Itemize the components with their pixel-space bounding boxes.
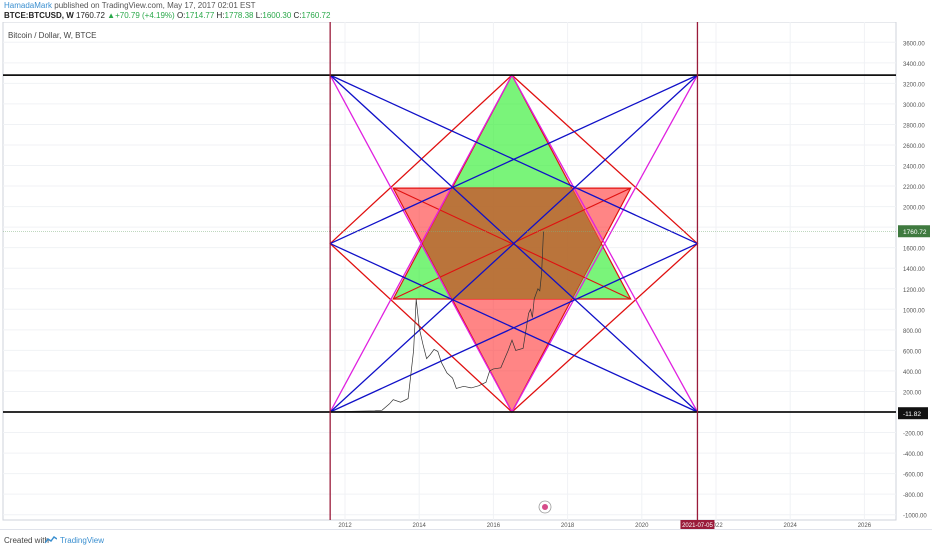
y-tick-label: 800.00	[903, 329, 922, 335]
y-tick-label: 1200.00	[903, 288, 925, 294]
publish-info: HamadaMark published on TradingView.com,…	[4, 1, 256, 11]
chart-title: Bitcoin / Dollar, W, BTCE	[8, 31, 96, 40]
symbol-info: BTCE:BTCUSD, W 1760.72 ▲+70.79 (+4.19%) …	[4, 11, 330, 21]
last-price: 1760.72	[76, 11, 105, 20]
up-arrow-icon: ▲	[107, 11, 116, 20]
tradingview-logo-icon	[45, 536, 57, 544]
y-tick-label: 2600.00	[903, 144, 925, 150]
ohlc-high-value: 1778.38	[224, 11, 254, 20]
tradingview-brand-link[interactable]: TradingView	[60, 536, 104, 545]
author-link[interactable]: HamadaMark	[4, 1, 52, 10]
y-tick-label: 400.00	[903, 370, 922, 376]
y-tick-label: 3200.00	[903, 82, 925, 88]
y-tick-label: -1000.00	[903, 514, 927, 520]
ohlc-open-value: 1714.77	[185, 11, 215, 20]
y-tick-label: -800.00	[903, 493, 924, 499]
y-tick-label: 3400.00	[903, 62, 925, 68]
y-tick-label: 2200.00	[903, 185, 925, 191]
price-chart[interactable]: 3600.00 3400.00 3200.00 3000.00 2800.00 2600.…	[0, 22, 932, 529]
y-tick-label: 2400.00	[903, 165, 925, 171]
price-change: +70.79 (+4.19%)	[115, 11, 175, 20]
published-text: published on TradingView.com, May 17, 20…	[54, 1, 256, 10]
time-axis[interactable]: 2012 2014 2016 2018 2020 2022 2024 20262021-07-…	[338, 520, 872, 529]
y-tick-label: 1400.00	[903, 267, 925, 273]
y-tick-label: 1000.00	[903, 308, 925, 314]
current-price-label: 1760.72	[903, 229, 927, 236]
y-tick-label: 2000.00	[903, 206, 925, 212]
ohlc-close-value: 1760.72	[301, 11, 331, 20]
cursor-price-label: -11.82	[903, 411, 921, 418]
chart-header: HamadaMark published on TradingView.com,…	[0, 0, 932, 22]
symbol-name[interactable]: BTCE:BTCUSD, W	[4, 11, 74, 20]
y-tick-label: 200.00	[903, 390, 922, 396]
footer: Created with TradingView	[0, 529, 932, 551]
y-tick-label: 3000.00	[903, 103, 925, 109]
y-tick-label: -200.00	[903, 432, 924, 438]
y-tick-label: 2800.00	[903, 123, 925, 129]
price-axis[interactable]: 3600.00 3400.00 3200.00 3000.00 2800.00 2600.…	[898, 41, 930, 520]
created-with-text: Created with	[4, 536, 49, 545]
y-tick-label: 1600.00	[903, 247, 925, 253]
y-tick-label: -600.00	[903, 473, 924, 479]
ohlc-low-value: 1600.30	[262, 11, 292, 20]
y-tick-label: 600.00	[903, 349, 922, 355]
ohlc-close-label: C:	[293, 11, 302, 20]
ohlc-high-label: H:	[216, 11, 225, 20]
events-icon[interactable]	[538, 500, 552, 514]
y-tick-label: -400.00	[903, 452, 924, 458]
y-tick-label: 3600.00	[903, 41, 925, 47]
